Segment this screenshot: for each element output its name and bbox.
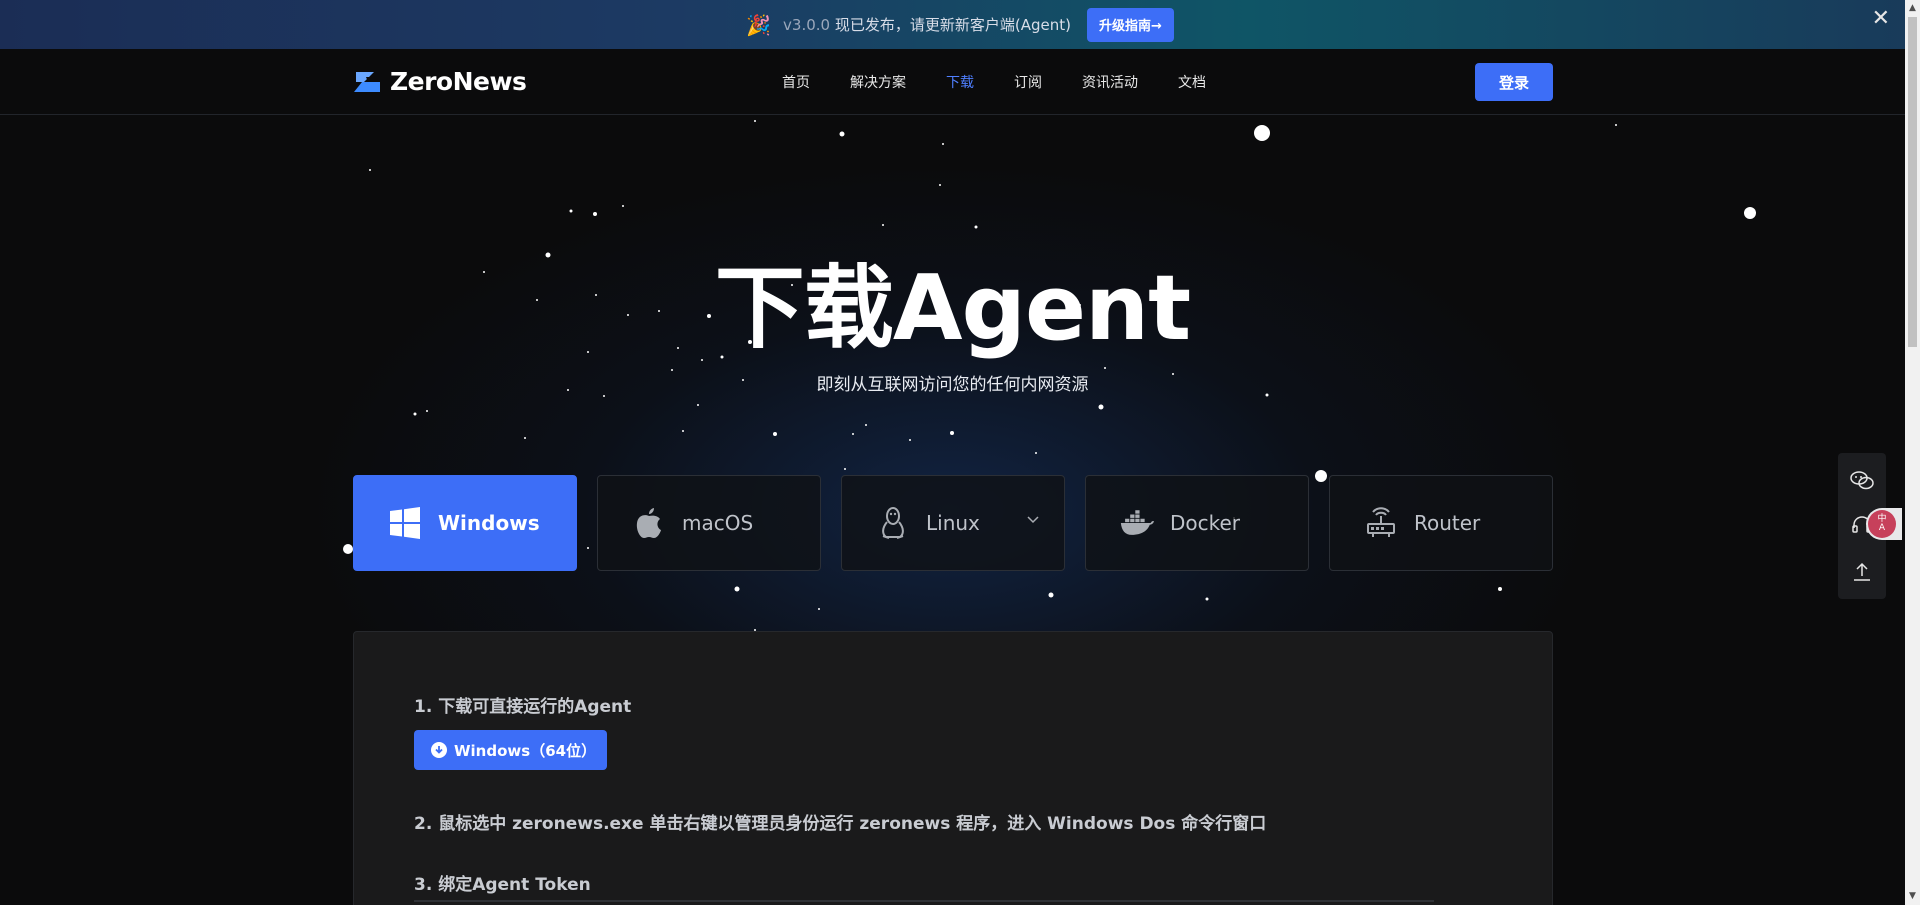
tab-label: Windows xyxy=(438,511,540,535)
tab-label: Linux xyxy=(926,511,980,535)
announcement-text: 现已发布，请更新新客户端(Agent) xyxy=(834,16,1071,34)
tab-linux[interactable]: Linux xyxy=(841,475,1065,571)
router-icon xyxy=(1364,506,1398,540)
chevron-down-icon[interactable] xyxy=(1026,512,1040,526)
tab-router[interactable]: Router xyxy=(1329,475,1553,571)
token-field-border xyxy=(414,900,1434,902)
instructions-card: 1. 下载可直接运行的Agent Windows（64位） 2. 鼠标选中 ze… xyxy=(353,631,1553,905)
close-icon[interactable]: ✕ xyxy=(1872,6,1890,31)
nav-download[interactable]: 下载 xyxy=(926,72,994,92)
announcement-version: v3.0.0 xyxy=(783,16,831,34)
nav-subscribe[interactable]: 订阅 xyxy=(994,72,1062,92)
linux-icon xyxy=(876,506,910,540)
party-popper-icon: 🎉 xyxy=(746,12,772,37)
page-scrollbar[interactable]: ▲ ▼ xyxy=(1905,0,1920,905)
apple-icon xyxy=(632,506,666,540)
step-3-title: 3. 绑定Agent Token xyxy=(414,875,591,895)
logo[interactable]: ZeroNews xyxy=(352,67,527,96)
back-to-top-icon[interactable] xyxy=(1849,558,1875,584)
tab-label: Docker xyxy=(1170,511,1241,535)
announcement-bar: 🎉 v3.0.0 现已发布，请更新新客户端(Agent) 升级指南→ ✕ xyxy=(0,0,1920,49)
download-windows-button[interactable]: Windows（64位） xyxy=(414,730,607,770)
platform-tabs: Windows macOS Linux Docker Router xyxy=(353,475,1553,571)
step-2-text: 2. 鼠标选中 zeronews.exe 单击右键以管理员身份运行 zerone… xyxy=(414,814,1267,834)
scroll-down-arrow-icon[interactable]: ▼ xyxy=(1905,888,1920,905)
upgrade-guide-button[interactable]: 升级指南→ xyxy=(1086,7,1174,42)
tab-macos[interactable]: macOS xyxy=(597,475,821,571)
tab-label: Router xyxy=(1414,511,1481,535)
download-button-label: Windows（64位） xyxy=(454,741,597,760)
main-nav: 首页 解决方案 下载 订阅 资讯活动 文档 xyxy=(762,49,1226,115)
logo-text: ZeroNews xyxy=(390,67,527,96)
windows-icon xyxy=(388,506,422,540)
tab-label: macOS xyxy=(682,511,754,535)
translate-icon: 中A xyxy=(1868,510,1896,538)
tab-docker[interactable]: Docker xyxy=(1085,475,1309,571)
nav-docs[interactable]: 文档 xyxy=(1158,72,1226,92)
translate-assistant-button[interactable]: 中A xyxy=(1866,508,1902,540)
docker-icon xyxy=(1120,506,1154,540)
nav-home[interactable]: 首页 xyxy=(762,72,830,92)
download-icon xyxy=(431,742,447,758)
login-button[interactable]: 登录 xyxy=(1475,63,1553,101)
zeronews-logo-icon xyxy=(354,71,380,92)
nav-news-events[interactable]: 资讯活动 xyxy=(1062,72,1158,92)
hero-title: 下载Agent xyxy=(714,256,1191,361)
scroll-thumb[interactable] xyxy=(1908,17,1917,347)
tab-windows[interactable]: Windows xyxy=(353,475,577,571)
hero-subtitle: 即刻从互联网访问您的任何内网资源 xyxy=(816,375,1089,395)
site-header: ZeroNews 首页 解决方案 下载 订阅 资讯活动 文档 登录 xyxy=(0,49,1905,115)
wechat-icon[interactable] xyxy=(1849,468,1875,494)
nav-solutions[interactable]: 解决方案 xyxy=(830,72,926,92)
step-1-title: 1. 下载可直接运行的Agent xyxy=(414,697,632,717)
scroll-up-arrow-icon[interactable]: ▲ xyxy=(1905,0,1920,17)
